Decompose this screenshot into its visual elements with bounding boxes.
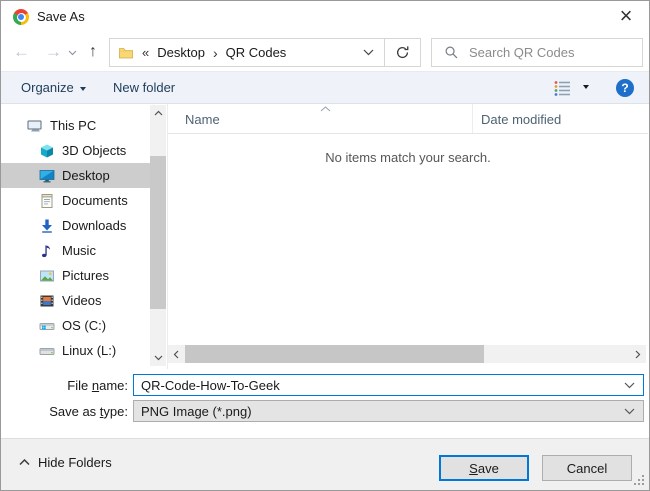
help-icon[interactable]: ? xyxy=(616,79,634,97)
save-as-dialog: Save As × ← → ↑ « Desktop › QR Codes Sea… xyxy=(0,0,650,491)
refresh-icon xyxy=(396,46,409,59)
os-drive-icon xyxy=(39,318,55,334)
hide-folders-button[interactable]: Hide Folders xyxy=(19,455,112,470)
sort-ascending-icon xyxy=(320,106,331,112)
sidebar-item-downloads[interactable]: Downloads xyxy=(1,213,150,238)
sidebar-item-label: Desktop xyxy=(62,168,110,183)
sidebar-item-label: Pictures xyxy=(62,268,109,283)
sidebar-item-pictures[interactable]: Pictures xyxy=(1,263,150,288)
file-name-dropdown-chevron-icon[interactable] xyxy=(624,382,635,389)
resize-grip[interactable] xyxy=(634,475,645,486)
chrome-app-icon xyxy=(13,9,29,25)
pictures-icon xyxy=(39,268,55,284)
forward-icon[interactable]: → xyxy=(45,33,62,71)
search-placeholder: Search QR Codes xyxy=(469,45,575,60)
computer-icon xyxy=(27,118,43,134)
command-toolbar: Organize New folder ? xyxy=(1,71,649,104)
breadcrumb-separator-icon: › xyxy=(212,44,218,61)
sidebar-item-label: Downloads xyxy=(62,218,127,233)
folder-icon xyxy=(118,45,134,61)
address-bar-group: « Desktop › QR Codes xyxy=(109,38,421,67)
file-name-input[interactable]: QR-Code-How-To-Geek xyxy=(133,374,644,396)
column-header-date-modified[interactable]: Date modified xyxy=(472,104,648,133)
sidebar-item-label: OS (C:) xyxy=(62,318,107,333)
sidebar-item-this-pc[interactable]: This PC xyxy=(1,113,150,138)
scroll-left-icon[interactable] xyxy=(168,345,184,363)
linux-drive-icon xyxy=(39,343,55,359)
breadcrumb-item-desktop[interactable]: Desktop xyxy=(157,45,205,60)
sidebar-item-label: 3D Objects xyxy=(62,143,127,158)
file-name-value: QR-Code-How-To-Geek xyxy=(141,377,280,393)
new-folder-label: New folder xyxy=(113,80,176,95)
views-chevron-icon[interactable] xyxy=(583,85,589,89)
address-dropdown-chevron-icon[interactable] xyxy=(363,49,374,56)
chevron-up-icon xyxy=(19,459,30,466)
desktop-icon xyxy=(39,168,55,184)
details-view-icon[interactable] xyxy=(554,80,571,96)
back-icon[interactable]: ← xyxy=(13,33,30,71)
sidebar-item-3d-objects[interactable]: 3D Objects xyxy=(1,138,150,163)
empty-list-message: No items match your search. xyxy=(325,150,491,165)
3d-objects-icon xyxy=(39,143,55,159)
column-headers: Name Date modified xyxy=(168,104,648,134)
scroll-up-icon[interactable] xyxy=(150,105,166,121)
breadcrumb-overflow[interactable]: « xyxy=(142,45,149,60)
search-input[interactable]: Search QR Codes xyxy=(431,38,643,67)
sidebar-item-label: Videos xyxy=(62,293,102,308)
file-fields: File name: QR-Code-How-To-Geek Save as t… xyxy=(1,369,649,438)
save-as-type-select[interactable]: PNG Image (*.png) xyxy=(133,400,644,422)
sidebar-item-linux-l[interactable]: Linux (L:) xyxy=(1,338,150,363)
sidebar-scrollbar[interactable] xyxy=(150,105,166,366)
scroll-right-icon[interactable] xyxy=(630,345,646,363)
sidebar-item-videos[interactable]: Videos xyxy=(1,288,150,313)
recent-locations-chevron-icon[interactable] xyxy=(68,50,77,56)
navigation-bar: ← → ↑ « Desktop › QR Codes Search QR Cod… xyxy=(1,33,649,71)
up-icon[interactable]: ↑ xyxy=(89,33,97,71)
hide-folders-label: Hide Folders xyxy=(38,455,112,470)
address-bar[interactable]: « Desktop › QR Codes xyxy=(110,39,384,66)
file-name-label: File name: xyxy=(67,378,128,393)
sidebar-item-label: Documents xyxy=(62,193,128,208)
save-as-type-label: Save as type: xyxy=(49,404,128,419)
footer-bar: Hide Folders Save Cancel xyxy=(1,438,649,490)
sidebar-item-music[interactable]: Music xyxy=(1,238,150,263)
sidebar-item-label: Music xyxy=(62,243,96,258)
content-area: This PC 3D Objects Desktop Documents Dow… xyxy=(1,104,649,369)
search-icon xyxy=(444,45,459,60)
sidebar-scrollbar-thumb[interactable] xyxy=(150,156,166,309)
sidebar-item-documents[interactable]: Documents xyxy=(1,188,150,213)
organize-button[interactable]: Organize xyxy=(21,72,86,103)
breadcrumb-item-qr-codes[interactable]: QR Codes xyxy=(226,45,287,60)
scroll-down-icon[interactable] xyxy=(150,350,166,366)
music-icon xyxy=(39,243,55,259)
save-button[interactable]: Save xyxy=(439,455,529,481)
documents-icon xyxy=(39,193,55,209)
horizontal-scrollbar-thumb[interactable] xyxy=(185,345,484,363)
cancel-button[interactable]: Cancel xyxy=(542,455,632,481)
new-folder-button[interactable]: New folder xyxy=(113,72,175,103)
chevron-down-icon xyxy=(79,86,86,91)
file-list: Name Date modified No items match your s… xyxy=(167,104,648,369)
sidebar-item-os-c[interactable]: OS (C:) xyxy=(1,313,150,338)
sidebar-item-label: This PC xyxy=(50,118,97,133)
save-as-type-chevron-icon xyxy=(624,408,635,415)
refresh-button[interactable] xyxy=(384,39,420,66)
organize-label: Organize xyxy=(21,80,74,95)
navigation-sidebar: This PC 3D Objects Desktop Documents Dow… xyxy=(1,104,166,369)
downloads-icon xyxy=(39,218,55,234)
title-bar: Save As × xyxy=(1,1,649,33)
videos-icon xyxy=(39,293,55,309)
sidebar-item-label: Linux (L:) xyxy=(62,343,117,358)
sidebar-item-desktop[interactable]: Desktop xyxy=(1,163,150,188)
save-as-type-value: PNG Image (*.png) xyxy=(141,403,252,419)
window-title: Save As xyxy=(37,9,85,24)
close-icon[interactable]: × xyxy=(613,1,639,33)
horizontal-scrollbar[interactable] xyxy=(168,345,646,363)
